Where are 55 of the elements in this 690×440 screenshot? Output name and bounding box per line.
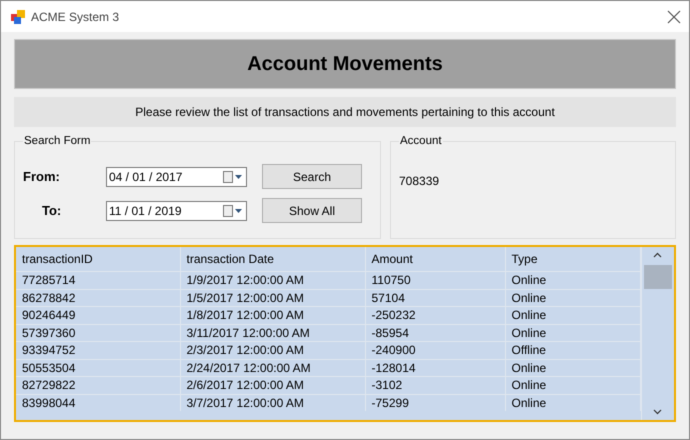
column-header[interactable]: Amount — [365, 247, 505, 272]
group-legend: Account — [399, 135, 443, 147]
calendar-dropdown-icon[interactable] — [223, 204, 243, 216]
page-title: Account Movements — [247, 52, 443, 76]
scroll-up-icon[interactable] — [653, 252, 662, 258]
table-cell: Online — [505, 376, 640, 394]
table-cell: 3/11/2017 12:00:00 AM — [180, 324, 365, 342]
to-label: To: — [41, 203, 62, 218]
window-title: ACME System 3 — [31, 10, 120, 24]
table-cell: 93394752 — [16, 342, 180, 359]
account-number: 708339 — [399, 174, 440, 188]
table-cell: 90246449 — [16, 306, 180, 324]
date-picker[interactable]: 11 / 01 / 2019 — [106, 200, 247, 220]
table-cell: 3/7/2017 12:00:00 AM — [180, 394, 365, 411]
table-cell: 83998044 — [16, 394, 180, 411]
table-cell: 1/8/2017 12:00:00 AM — [180, 306, 365, 324]
table-cell: -240900 — [365, 342, 505, 359]
table-cell: Online — [505, 306, 640, 324]
column-header[interactable]: Type — [505, 247, 640, 272]
table-cell: 2/3/2017 12:00:00 AM — [180, 342, 365, 359]
table-cell: Online — [505, 289, 640, 306]
subtitle-text: Please review the list of transactions and movements pertaining to this account — [135, 105, 555, 119]
column-header[interactable]: transaction Date — [180, 247, 365, 272]
table-cell: 57104 — [365, 289, 505, 306]
table-cell: 2/24/2017 12:00:00 AM — [180, 359, 365, 376]
table-cell: Online — [505, 324, 640, 342]
table-cell: 50553504 — [16, 359, 180, 376]
table-cell: 1/5/2017 12:00:00 AM — [180, 289, 365, 306]
column-header[interactable]: transactionID — [16, 247, 180, 272]
table-cell: 2/6/2017 12:00:00 AM — [180, 376, 365, 394]
table-cell: 77285714 — [16, 272, 180, 289]
table-cell: 82729822 — [16, 376, 180, 394]
app-icon — [11, 10, 25, 24]
group-legend: Search Form — [23, 135, 92, 147]
date-picker[interactable]: 04 / 01 / 2017 — [106, 166, 247, 186]
table-cell: Online — [505, 394, 640, 411]
table-cell: 57397360 — [16, 324, 180, 342]
search-button[interactable]: Search — [262, 164, 362, 189]
close-icon[interactable] — [667, 10, 681, 24]
scroll-down-icon[interactable] — [653, 409, 662, 415]
table-cell: 1/9/2017 12:00:00 AM — [180, 272, 365, 289]
calendar-dropdown-icon[interactable] — [223, 170, 243, 182]
table-cell: -250232 — [365, 306, 505, 324]
table-cell: Online — [505, 272, 640, 289]
table-cell: -128014 — [365, 359, 505, 376]
table-cell: -85954 — [365, 324, 505, 342]
show-all-button[interactable]: Show All — [262, 198, 362, 223]
table-cell: 110750 — [365, 272, 505, 289]
scrollbar-thumb[interactable] — [644, 265, 672, 289]
table-cell: Offline — [505, 342, 640, 359]
table-cell: 86278842 — [16, 289, 180, 306]
table-cell: Online — [505, 359, 640, 376]
from-label: From: — [23, 169, 61, 184]
table-cell: -3102 — [365, 376, 505, 394]
table-cell: -75299 — [365, 394, 505, 411]
